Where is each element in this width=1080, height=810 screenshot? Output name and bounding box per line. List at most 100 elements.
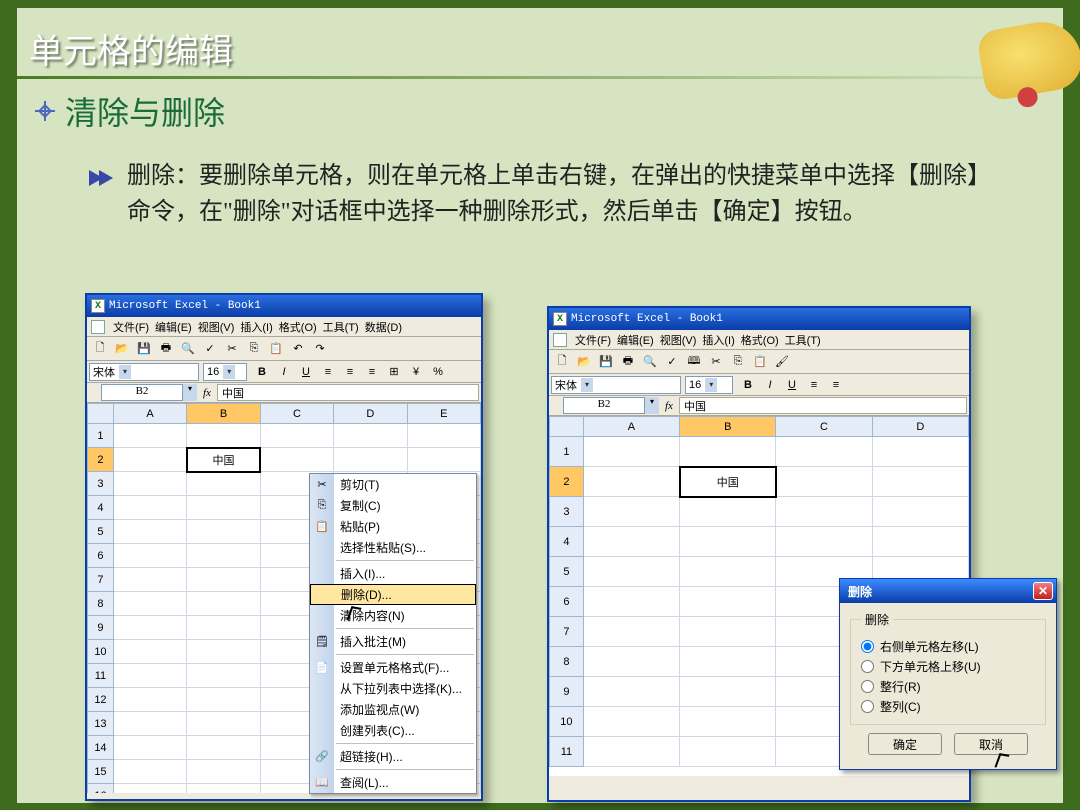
col-header[interactable]: A [583, 417, 679, 437]
context-menu-item[interactable]: 📖查阅(L)... [310, 772, 476, 793]
cell[interactable] [187, 736, 260, 760]
menu-format[interactable]: 格式(O) [279, 319, 317, 335]
cell[interactable] [260, 448, 333, 472]
row-header[interactable]: 6 [88, 544, 114, 568]
row-header[interactable]: 15 [88, 760, 114, 784]
menu-format[interactable]: 格式(O) [741, 332, 779, 348]
radio-shift-left[interactable]: 右侧单元格左移(L) [861, 636, 1035, 656]
menu-tools[interactable]: 工具(T) [785, 332, 821, 348]
row-header[interactable]: 7 [550, 617, 584, 647]
row-header[interactable]: 11 [550, 737, 584, 767]
cell[interactable] [113, 760, 186, 784]
menu-data[interactable]: 数据(D) [365, 319, 402, 335]
row-header[interactable]: 3 [550, 497, 584, 527]
row-header[interactable]: 4 [550, 527, 584, 557]
cell[interactable] [187, 760, 260, 784]
cell[interactable] [407, 448, 480, 472]
row-header[interactable]: 13 [88, 712, 114, 736]
col-header[interactable]: E [407, 404, 480, 424]
col-header[interactable]: B [680, 417, 776, 437]
bold-button[interactable]: B [738, 375, 758, 395]
context-menu-item[interactable]: 📋粘贴(P) [310, 516, 476, 537]
spell-button[interactable]: ✓ [662, 352, 682, 372]
menu-edit[interactable]: 编辑(E) [617, 332, 654, 348]
fx-icon[interactable]: fx [665, 400, 673, 412]
bold-button[interactable]: B [252, 362, 272, 382]
percent-button[interactable]: % [428, 362, 448, 382]
radio-input[interactable] [861, 680, 874, 693]
copy-button[interactable]: ⎘ [728, 352, 748, 372]
cell[interactable] [187, 640, 260, 664]
cell[interactable] [583, 647, 679, 677]
context-menu-item[interactable]: ✂剪切(T) [310, 474, 476, 495]
cell[interactable] [872, 437, 968, 467]
cell[interactable] [260, 424, 333, 448]
cell[interactable] [334, 448, 407, 472]
context-menu-item[interactable]: 🗒插入批注(M) [310, 631, 476, 652]
align-center-button[interactable]: ≡ [340, 362, 360, 382]
cell[interactable] [776, 497, 872, 527]
cell[interactable] [680, 437, 776, 467]
col-header[interactable]: C [260, 404, 333, 424]
underline-button[interactable]: U [782, 375, 802, 395]
cell[interactable] [583, 497, 679, 527]
cell[interactable] [113, 712, 186, 736]
formula-bar[interactable]: 中国 [217, 384, 479, 401]
cell[interactable] [187, 712, 260, 736]
cell[interactable] [680, 647, 776, 677]
cell[interactable] [776, 527, 872, 557]
dropdown-icon[interactable]: ▾ [645, 397, 659, 414]
titlebar[interactable]: X Microsoft Excel - Book1 [87, 295, 481, 317]
context-menu-item[interactable]: 选择性粘贴(S)... [310, 537, 476, 558]
new-button[interactable]: 🗋 [90, 339, 110, 359]
cell[interactable] [680, 707, 776, 737]
undo-button[interactable]: ↶ [288, 339, 308, 359]
dialog-titlebar[interactable]: 删除 ✕ [840, 579, 1056, 603]
row-header[interactable]: 6 [550, 587, 584, 617]
cell[interactable] [583, 527, 679, 557]
new-button[interactable]: 🗋 [552, 352, 572, 372]
cell[interactable] [113, 592, 186, 616]
cell[interactable] [680, 557, 776, 587]
titlebar[interactable]: X Microsoft Excel - Book1 [549, 308, 969, 330]
cell[interactable] [872, 527, 968, 557]
cell[interactable] [187, 424, 260, 448]
context-menu-item[interactable]: 🔗超链接(H)... [310, 746, 476, 767]
menu-insert[interactable]: 插入(I) [702, 332, 734, 348]
cell[interactable] [583, 557, 679, 587]
close-button[interactable]: ✕ [1033, 582, 1053, 600]
name-box[interactable]: B2 [101, 384, 183, 401]
cell[interactable] [680, 617, 776, 647]
menu-edit[interactable]: 编辑(E) [155, 319, 192, 335]
col-header[interactable]: B [187, 404, 260, 424]
row-header[interactable]: 10 [88, 640, 114, 664]
cell[interactable] [187, 496, 260, 520]
cell[interactable] [113, 520, 186, 544]
menu-view[interactable]: 视图(V) [660, 332, 697, 348]
col-header[interactable]: C [776, 417, 872, 437]
cell[interactable] [776, 467, 872, 497]
format-painter-button[interactable]: 🖌 [772, 352, 792, 372]
cell[interactable] [187, 568, 260, 592]
fontsize-combo[interactable]: 16▾ [203, 363, 247, 381]
cell[interactable] [187, 664, 260, 688]
save-button[interactable]: 💾 [134, 339, 154, 359]
open-button[interactable]: 📂 [574, 352, 594, 372]
spell-button[interactable]: ✓ [200, 339, 220, 359]
cell[interactable] [583, 587, 679, 617]
cell[interactable] [776, 437, 872, 467]
align-center-button[interactable]: ≡ [826, 375, 846, 395]
menu-insert[interactable]: 插入(I) [240, 319, 272, 335]
row-header[interactable]: 9 [550, 677, 584, 707]
row-header[interactable]: 3 [88, 472, 114, 496]
cell[interactable] [113, 496, 186, 520]
select-all-corner[interactable] [550, 417, 584, 437]
name-box[interactable]: B2 [563, 397, 645, 414]
cell[interactable] [583, 617, 679, 647]
cut-button[interactable]: ✂ [706, 352, 726, 372]
cell[interactable] [113, 544, 186, 568]
cell[interactable] [113, 424, 186, 448]
cell[interactable]: 中国 [187, 448, 260, 472]
save-button[interactable]: 💾 [596, 352, 616, 372]
fontsize-combo[interactable]: 16▾ [685, 376, 733, 394]
